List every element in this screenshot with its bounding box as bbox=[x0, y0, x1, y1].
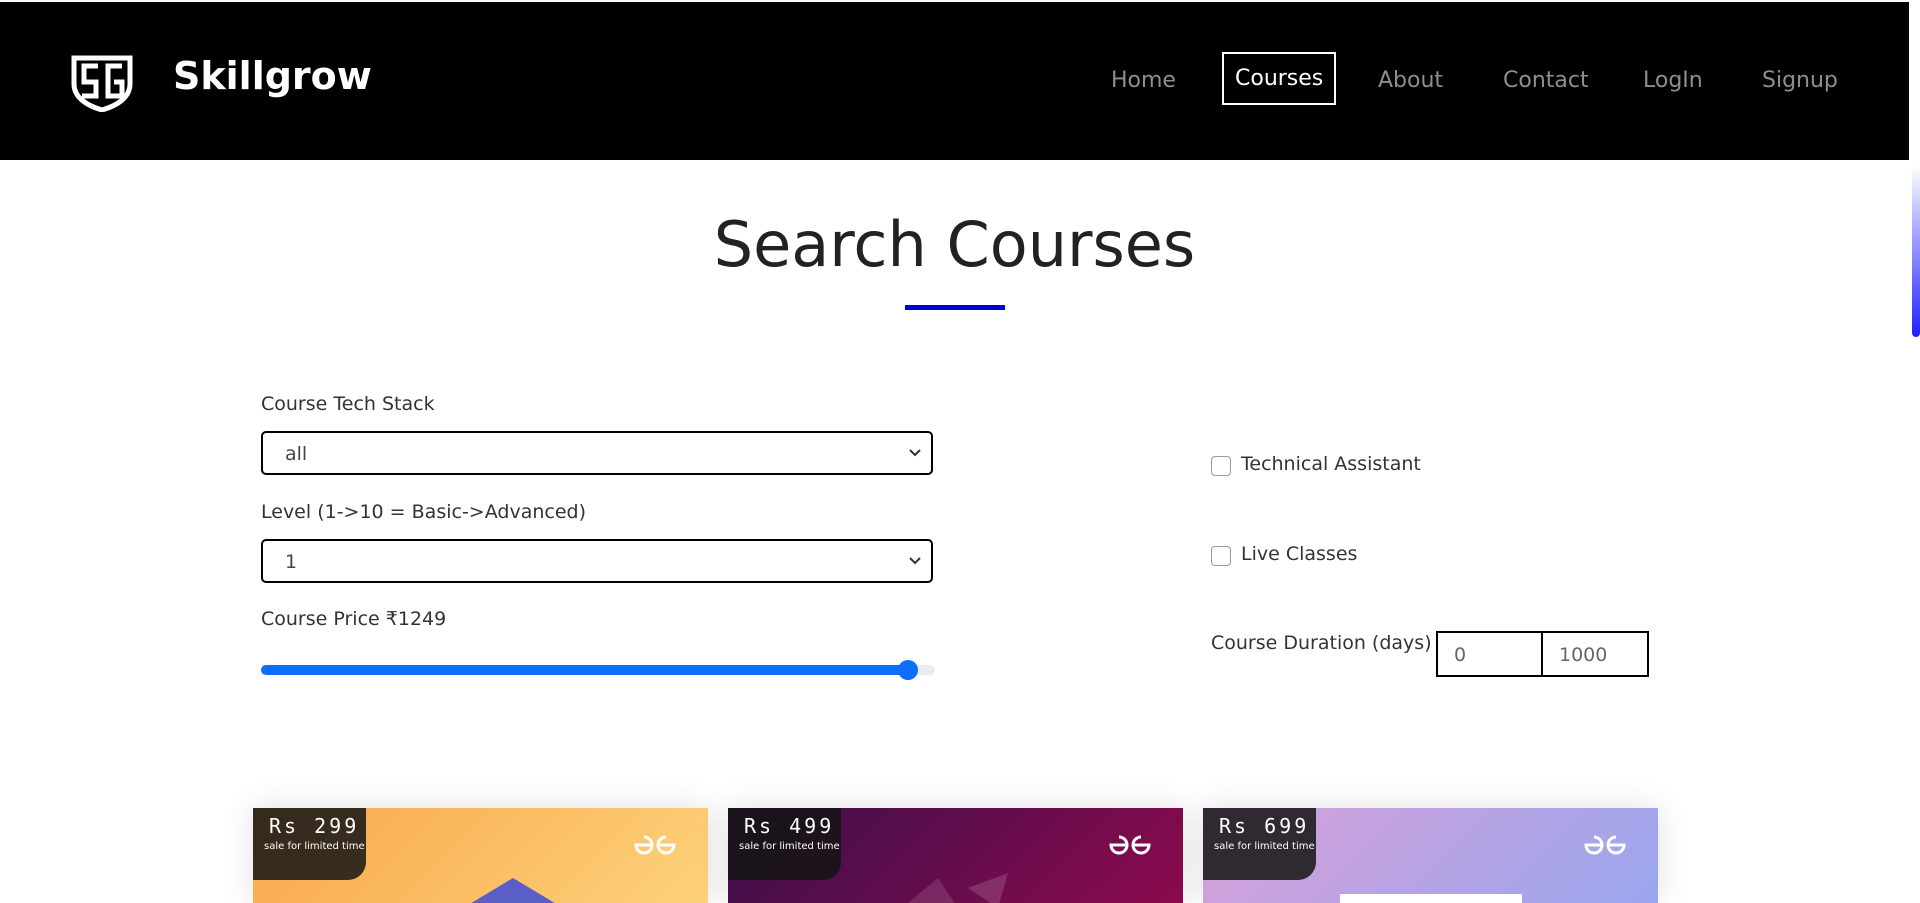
gfg-logo-icon bbox=[634, 835, 676, 855]
course-illustration bbox=[908, 873, 1008, 903]
sg-shield-logo-icon[interactable] bbox=[70, 54, 134, 112]
nav-contact[interactable]: Contact bbox=[1503, 68, 1589, 93]
price-tag: Rs 299 sale for limited time bbox=[253, 808, 366, 880]
course-price: Rs 499 bbox=[744, 814, 835, 838]
sale-text: sale for limited time bbox=[739, 841, 840, 852]
title-underline bbox=[905, 305, 1005, 310]
course-illustration bbox=[1340, 894, 1522, 903]
live-classes-checkbox[interactable] bbox=[1211, 546, 1231, 566]
nav-courses[interactable]: Courses bbox=[1222, 52, 1337, 105]
duration-label: Course Duration (days) bbox=[1211, 632, 1432, 654]
price-slider[interactable] bbox=[261, 660, 935, 680]
price-tag: Rs 499 sale for limited time bbox=[728, 808, 841, 880]
technical-assistant-label: Technical Assistant bbox=[1241, 453, 1421, 475]
tech-stack-label: Course Tech Stack bbox=[261, 393, 435, 415]
sale-text: sale for limited time bbox=[264, 841, 365, 852]
duration-min-input[interactable]: 0 bbox=[1436, 631, 1544, 677]
tech-stack-value: all bbox=[285, 443, 308, 465]
gfg-logo-icon bbox=[1584, 835, 1626, 855]
course-card[interactable]: Rs 699 sale for limited time bbox=[1203, 808, 1658, 903]
navbar: Skillgrow Home Courses About Contact Log… bbox=[0, 2, 1909, 160]
price-tag: Rs 699 sale for limited time bbox=[1203, 808, 1316, 880]
course-illustration bbox=[471, 878, 555, 903]
nav-home[interactable]: Home bbox=[1111, 68, 1176, 93]
nav-about[interactable]: About bbox=[1378, 68, 1443, 93]
chevron-down-icon bbox=[909, 449, 921, 457]
course-card[interactable]: Rs 299 sale for limited time bbox=[253, 808, 708, 903]
nav-login[interactable]: LogIn bbox=[1643, 68, 1703, 93]
gfg-logo-icon bbox=[1109, 835, 1151, 855]
scrollbar-thumb[interactable] bbox=[1912, 165, 1920, 337]
price-label: Course Price ₹1249 bbox=[261, 608, 447, 630]
level-value: 1 bbox=[285, 551, 298, 573]
technical-assistant-checkbox[interactable] bbox=[1211, 456, 1231, 476]
live-classes-label: Live Classes bbox=[1241, 543, 1358, 565]
course-price: Rs 299 bbox=[269, 814, 360, 838]
brand-name[interactable]: Skillgrow bbox=[173, 54, 372, 98]
duration-min-value: 0 bbox=[1454, 644, 1467, 666]
chevron-down-icon bbox=[909, 557, 921, 565]
duration-max-value: 1000 bbox=[1559, 644, 1608, 666]
level-select[interactable]: 1 bbox=[261, 539, 933, 583]
nav-signup[interactable]: Signup bbox=[1762, 68, 1838, 93]
page-title: Search Courses bbox=[713, 208, 1196, 281]
course-card[interactable]: Rs 499 sale for limited time bbox=[728, 808, 1183, 903]
tech-stack-select[interactable]: all bbox=[261, 431, 933, 475]
course-price: Rs 699 bbox=[1219, 814, 1310, 838]
sale-text: sale for limited time bbox=[1214, 841, 1315, 852]
price-slider-thumb[interactable] bbox=[898, 660, 919, 680]
price-slider-fill bbox=[261, 665, 909, 675]
level-label: Level (1->10 = Basic->Advanced) bbox=[261, 501, 586, 523]
duration-max-input[interactable]: 1000 bbox=[1541, 631, 1649, 677]
